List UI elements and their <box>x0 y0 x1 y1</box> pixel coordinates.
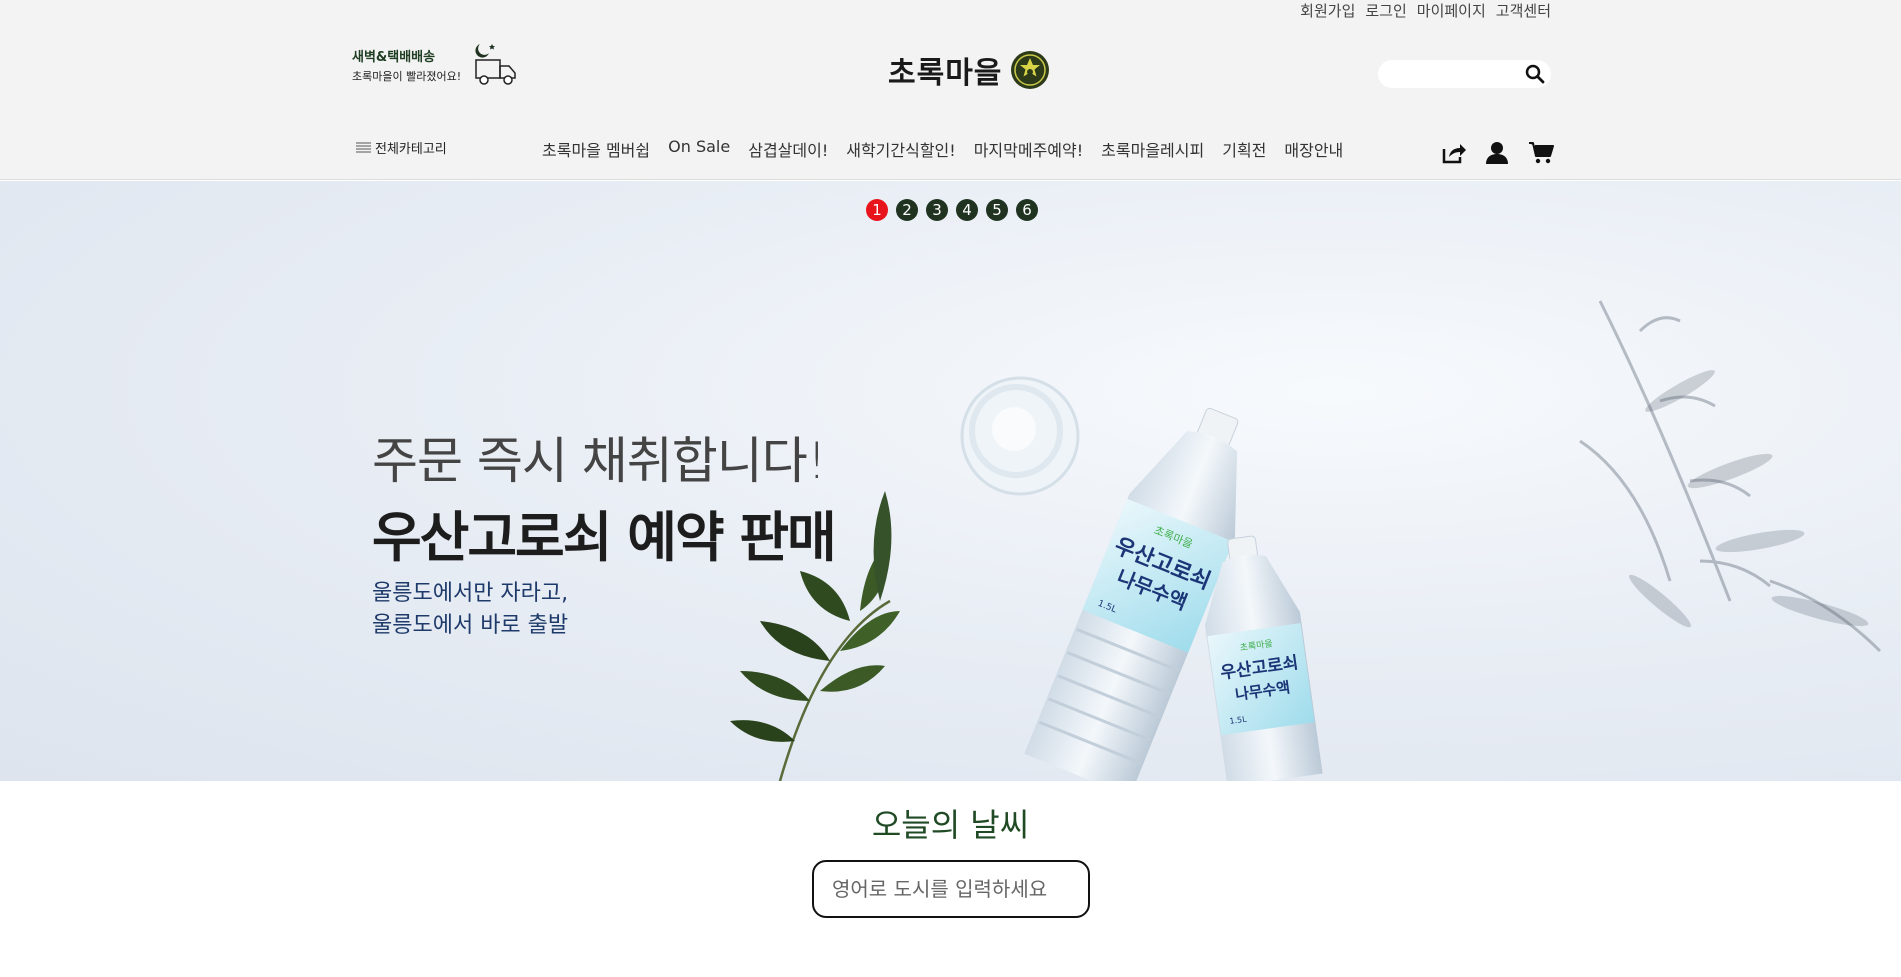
banner-subline-1: 울릉도에서만 자라고, <box>372 581 569 606</box>
top-links: 회원가입 로그인 마이페이지 고객센터 <box>1300 0 1551 21</box>
logo-emblem-icon <box>1011 51 1050 89</box>
site-header: 회원가입 로그인 마이페이지 고객센터 새벽&택배배송 초록마을이 빨라졌어요!… <box>0 0 1901 180</box>
mypage-link[interactable]: 마이페이지 <box>1417 0 1486 21</box>
delivery-subtitle: 초록마을이 빨라졌어요! <box>352 70 462 83</box>
banner-subline-2: 울릉도에서 바로 출발 <box>372 613 569 638</box>
all-categories-button[interactable]: 전체카테고리 <box>356 138 447 157</box>
utility-icons <box>1440 140 1554 166</box>
nav-item-recipe[interactable]: 초록마을레시피 <box>1101 137 1204 161</box>
main-nav: 초록마을 멤버쉽 On Sale 삼겹살데이! 새학기간식할인! 마지막메주예약… <box>542 137 1343 161</box>
weather-city-field <box>812 860 1090 918</box>
weather-title: 오늘의 날씨 <box>871 806 1030 844</box>
site-logo[interactable]: 초록마을 <box>888 48 1050 92</box>
search-box <box>1378 60 1551 88</box>
cart-icon[interactable] <box>1528 140 1554 166</box>
search-input[interactable] <box>1378 60 1513 88</box>
nav-item-membership[interactable]: 초록마을 멤버쉽 <box>542 137 650 161</box>
banner-subline: 울릉도에서만 자라고, 울릉도에서 바로 출발 <box>372 578 568 642</box>
login-link[interactable]: 로그인 <box>1365 0 1406 21</box>
nav-item-exhibition[interactable]: 기획전 <box>1222 137 1266 161</box>
weather-city-input[interactable] <box>814 862 1088 916</box>
all-categories-label: 전체카테고리 <box>375 142 447 157</box>
delivery-title: 새벽&택배배송 <box>352 50 436 65</box>
nav-item-samgyeopsal-day[interactable]: 삼겹살데이! <box>748 137 828 161</box>
nav-item-store-guide[interactable]: 매장안내 <box>1284 137 1343 161</box>
delivery-promo[interactable]: 새벽&택배배송 초록마을이 빨라졌어요! <box>352 40 522 90</box>
signup-link[interactable]: 회원가입 <box>1300 0 1355 21</box>
hero-banner[interactable]: 1 2 3 4 5 6 주문 즉시 채취합니다! 우산고로쇠 예약 판매 울릉도… <box>0 181 1901 781</box>
user-icon[interactable] <box>1484 140 1510 166</box>
delivery-truck-icon <box>475 44 516 85</box>
nav-item-meju-reservation[interactable]: 마지막메주예약! <box>974 137 1083 161</box>
search-icon[interactable] <box>1525 64 1545 84</box>
nav-item-on-sale[interactable]: On Sale <box>668 137 730 161</box>
customer-center-link[interactable]: 고객센터 <box>1496 0 1551 21</box>
hamburger-icon <box>356 142 371 152</box>
logo-text: 초록마을 <box>888 56 1003 91</box>
nav-item-new-semester[interactable]: 새학기간식할인! <box>846 137 955 161</box>
banner-product-image: 초록마을 우산고로쇠 나무수액 1.5L 초록마을 우산고로쇠 나무수액 1.5… <box>730 300 1882 781</box>
share-icon[interactable] <box>1440 140 1466 166</box>
